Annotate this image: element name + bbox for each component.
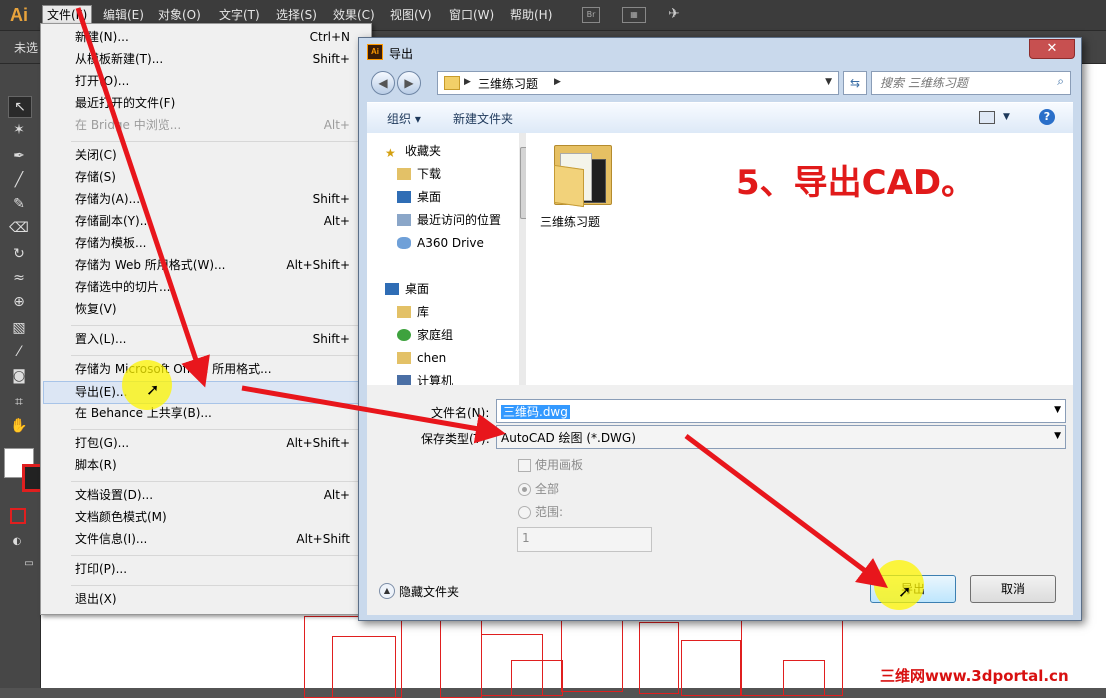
arrow-to-export-button xyxy=(684,434,888,589)
watermark: 三维网www.3dportal.cn xyxy=(880,667,1069,685)
tutorial-arrows xyxy=(75,7,888,589)
arrow-to-export-menu xyxy=(75,7,210,388)
arrow-to-filetype xyxy=(241,385,506,444)
